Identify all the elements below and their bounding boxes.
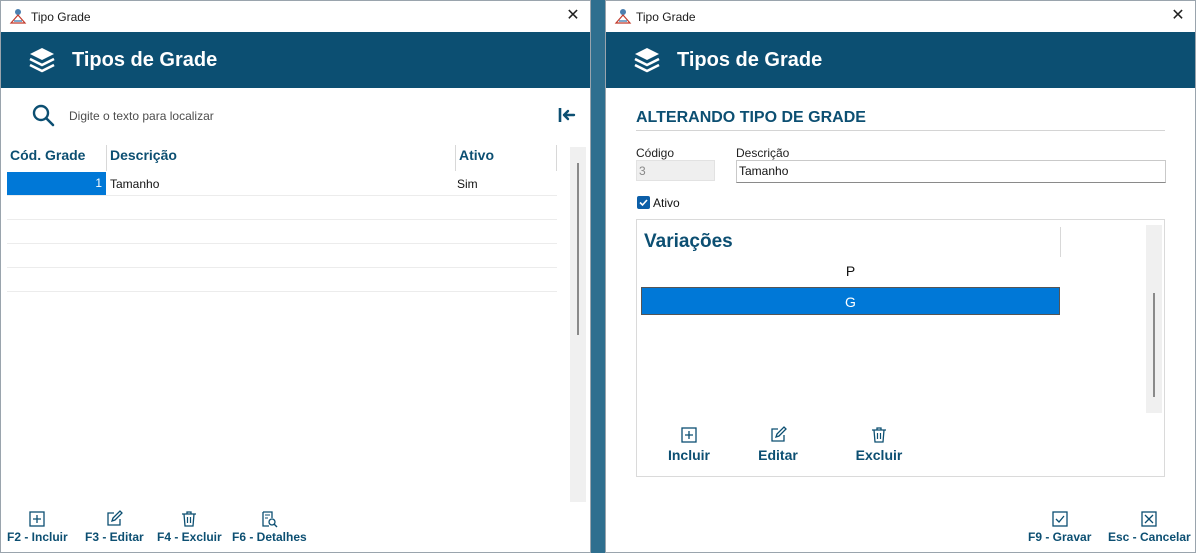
plus-icon bbox=[29, 511, 45, 527]
active-label[interactable]: Ativo bbox=[653, 196, 680, 210]
cell-description[interactable]: Tamanho bbox=[110, 177, 159, 191]
scrollbar-thumb[interactable] bbox=[577, 163, 579, 335]
edit-icon bbox=[771, 426, 787, 442]
page-title: Tipos de Grade bbox=[72, 49, 218, 71]
code-label: Código bbox=[636, 146, 675, 160]
section-divider bbox=[636, 130, 1165, 131]
row-divider bbox=[7, 243, 557, 244]
variations-title[interactable]: Variações bbox=[644, 231, 733, 253]
layers-icon bbox=[634, 48, 660, 73]
search-input[interactable] bbox=[67, 106, 531, 126]
close-icon[interactable]: ✕ bbox=[564, 7, 582, 25]
window-title: Tipo Grade bbox=[31, 10, 91, 24]
delete-label: F4 - Excluir bbox=[157, 530, 222, 544]
save-button[interactable]: F9 - Gravar bbox=[1028, 510, 1091, 544]
add-variation-label: Incluir bbox=[667, 447, 710, 463]
search-icon[interactable] bbox=[31, 103, 55, 127]
title-bar: Tipo Grade ✕ bbox=[606, 1, 1195, 32]
page-header: Tipos de Grade bbox=[606, 32, 1195, 88]
row-divider bbox=[7, 195, 557, 196]
edit-label: F3 - Editar bbox=[85, 530, 144, 544]
page-header: Tipos de Grade bbox=[1, 32, 590, 88]
include-label: F2 - Incluir bbox=[7, 530, 68, 544]
row-divider bbox=[7, 267, 557, 268]
delete-variation-button[interactable]: Excluir bbox=[852, 426, 906, 463]
add-variation-button[interactable]: Incluir bbox=[664, 426, 714, 463]
include-button[interactable]: F2 - Incluir bbox=[7, 510, 68, 544]
delete-button[interactable]: F4 - Excluir bbox=[157, 510, 222, 544]
code-field: 3 bbox=[636, 160, 715, 181]
collapse-panel-icon[interactable] bbox=[557, 105, 577, 125]
details-icon bbox=[262, 511, 278, 528]
checkmark-icon bbox=[1052, 511, 1068, 527]
list-item[interactable]: G bbox=[641, 287, 1060, 315]
edit-variation-label: Editar bbox=[758, 447, 798, 463]
close-icon[interactable]: ✕ bbox=[1169, 7, 1187, 25]
window-title: Tipo Grade bbox=[636, 10, 696, 24]
column-separator bbox=[455, 145, 456, 171]
edit-button[interactable]: F3 - Editar bbox=[85, 510, 144, 544]
row-divider bbox=[7, 219, 557, 220]
list-item[interactable]: P bbox=[641, 257, 1060, 285]
column-header-code[interactable]: Cód. Grade bbox=[10, 147, 85, 169]
scrollbar-thumb[interactable] bbox=[1153, 293, 1155, 397]
title-bar: Tipo Grade ✕ bbox=[1, 1, 590, 32]
layers-icon bbox=[29, 48, 55, 73]
cancel-label: Esc - Cancelar bbox=[1108, 530, 1191, 544]
save-label: F9 - Gravar bbox=[1028, 530, 1092, 544]
cell-code[interactable]: 1 bbox=[7, 172, 106, 195]
column-separator bbox=[1060, 227, 1061, 257]
cancel-button[interactable]: Esc - Cancelar bbox=[1108, 510, 1191, 544]
list-window: Tipo Grade ✕ Tipos de Grade Cód. Grade D… bbox=[0, 0, 591, 553]
description-label: Descrição bbox=[736, 146, 790, 160]
vertical-scrollbar[interactable] bbox=[570, 147, 586, 502]
edit-icon bbox=[107, 510, 124, 526]
details-button[interactable]: F6 - Detalhes bbox=[232, 510, 307, 544]
delete-variation-label: Excluir bbox=[855, 447, 903, 463]
details-label: F6 - Detalhes bbox=[232, 530, 307, 544]
description-field[interactable]: Tamanho bbox=[736, 160, 1166, 183]
active-checkbox[interactable] bbox=[637, 196, 650, 209]
column-separator bbox=[106, 145, 107, 171]
trash-icon bbox=[872, 427, 886, 443]
app-icon bbox=[9, 9, 27, 24]
section-title: ALTERANDO TIPO DE GRADE bbox=[636, 109, 866, 126]
vertical-scrollbar[interactable] bbox=[1146, 225, 1162, 413]
column-separator bbox=[556, 145, 557, 171]
check-icon bbox=[639, 199, 648, 207]
plus-icon bbox=[681, 427, 697, 443]
edit-variation-button[interactable]: Editar bbox=[754, 426, 802, 463]
edit-window: Tipo Grade ✕ Tipos de Grade ALTERANDO TI… bbox=[605, 0, 1196, 553]
trash-icon bbox=[182, 511, 197, 527]
row-divider bbox=[7, 291, 557, 292]
cell-active[interactable]: Sim bbox=[457, 177, 478, 191]
column-header-description[interactable]: Descrição bbox=[110, 147, 177, 169]
cancel-icon bbox=[1141, 511, 1158, 527]
page-title: Tipos de Grade bbox=[677, 49, 823, 71]
column-header-active[interactable]: Ativo bbox=[459, 147, 494, 169]
app-icon bbox=[614, 9, 632, 24]
